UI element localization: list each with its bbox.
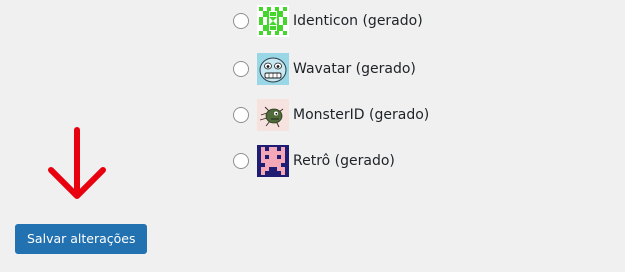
wavatar-avatar-icon xyxy=(257,53,289,85)
wavatar-label: Wavatar (gerado) xyxy=(293,61,416,77)
monsterid-radio[interactable] xyxy=(233,107,249,123)
monsterid-label: MonsterID (gerado) xyxy=(293,107,430,123)
avatar-option-wavatar[interactable]: Wavatar (gerado) xyxy=(233,51,416,87)
identicon-radio[interactable] xyxy=(233,13,249,29)
wavatar-radio[interactable] xyxy=(233,61,249,77)
avatar-option-monsterid[interactable]: MonsterID (gerado) xyxy=(233,97,429,133)
retro-radio[interactable] xyxy=(233,153,249,169)
down-arrow-icon xyxy=(48,127,106,199)
avatar-option-identicon[interactable]: Identicon (gerado) xyxy=(233,3,423,39)
save-changes-button[interactable]: Salvar alterações xyxy=(15,224,148,254)
retro-avatar-icon xyxy=(257,145,289,177)
identicon-label: Identicon (gerado) xyxy=(293,13,423,29)
monsterid-avatar-icon xyxy=(257,99,289,131)
avatar-option-retro[interactable]: Retrô (gerado) xyxy=(233,143,395,179)
identicon-avatar-icon xyxy=(257,5,289,37)
retro-label: Retrô (gerado) xyxy=(293,153,395,169)
